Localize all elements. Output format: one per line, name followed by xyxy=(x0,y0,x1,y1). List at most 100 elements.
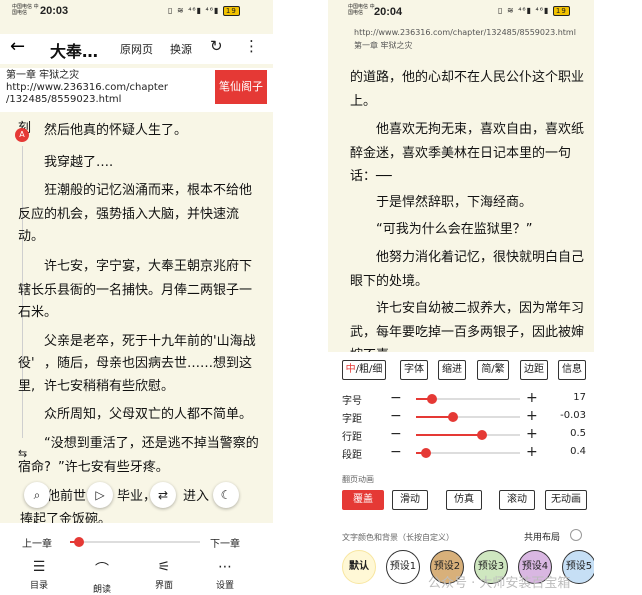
night-mode-icon[interactable]: ☾ xyxy=(213,482,239,508)
slider-row: 字距 − + -0.03 xyxy=(328,408,594,426)
watermark: 公众号 · 大师安装百宝箱 xyxy=(428,576,571,591)
slider-row: 段距 − +0.4 xyxy=(328,444,594,462)
anim-cover-button[interactable]: 覆盖 xyxy=(342,490,384,510)
search-icon[interactable]: ⌕ xyxy=(24,482,50,508)
slider-value: 17 xyxy=(573,392,586,403)
minus-icon[interactable]: − xyxy=(390,444,402,460)
next-chapter-button[interactable]: 下一章 xyxy=(210,535,240,550)
chapter-url: http://www.236316.com/chapter/132485/855… xyxy=(354,28,576,37)
text-line: 他努力消化着记忆，很快就明白自己 xyxy=(376,250,585,265)
minus-icon[interactable]: − xyxy=(390,408,402,424)
chapter-progress-knob[interactable] xyxy=(74,537,85,547)
text-line: 父亲是老卒，死于十九年前的'山海战 xyxy=(44,334,256,349)
reader-toolbar: ← 大奉… 原网页 换源 ↻ ⋮ xyxy=(0,34,273,64)
nav-settings[interactable]: ⋯ 设置 xyxy=(205,559,245,591)
chapter-name: 第一章 牢狱之灾 xyxy=(354,41,413,50)
tab-simp-trad[interactable]: 简/繁 xyxy=(477,360,509,380)
auto-page-icon[interactable]: ▷ xyxy=(87,482,113,508)
text-line: 进入 xyxy=(183,489,210,504)
status-time: 20:03 xyxy=(40,5,69,17)
tab-margin[interactable]: 边距 xyxy=(520,360,548,380)
text-line: ，随后，母亲也因病去世……想到这 xyxy=(44,356,253,371)
slider-knob[interactable] xyxy=(421,448,432,458)
side-text: 石米。 xyxy=(18,305,58,320)
replace-icon[interactable]: ⇄ xyxy=(150,482,176,508)
nav-toc[interactable]: ☰ 目录 xyxy=(19,559,59,591)
battery-icon: 19 xyxy=(222,6,240,16)
tab-font-weight[interactable]: 中/粗/细 xyxy=(342,360,386,380)
color-preset-1[interactable]: 预设1 xyxy=(386,550,420,584)
weight-rest: /粗/细 xyxy=(355,364,383,375)
shared-layout-label: 共用布局 xyxy=(524,533,561,543)
side-text: 宿命? xyxy=(18,460,51,475)
left-phone-screen: 中国电信 中国电信 20:03 ▯ ≋ ⁴⁶▮ ⁴⁶▮ 19 ← 大奉… 原网页… xyxy=(0,0,273,595)
side-text: 里, xyxy=(18,379,36,394)
bottom-control-bar: 上一章 下一章 ☰ 目录 ⌒ 朗读 ⚟ 界面 ⋯ 设置 xyxy=(0,523,273,595)
slider-label: 字号 xyxy=(342,396,362,407)
slider-knob[interactable] xyxy=(476,430,487,440)
more-menu-icon[interactable]: ⋮ xyxy=(244,37,259,55)
headphones-icon: ⌒ xyxy=(95,562,109,578)
color-preset-0[interactable]: 默认 xyxy=(342,550,376,584)
text-line: 乐县衙的一名捕快。月俸二两银子一 xyxy=(44,283,253,298)
status-time: 20:04 xyxy=(374,6,403,18)
chapter-progress-track[interactable] xyxy=(70,541,200,543)
text-line: 的机会，强势插入大脑，并快速流 xyxy=(44,207,240,222)
text-line: 他喜欢无拘无束，喜欢自由，喜欢纸 xyxy=(376,122,585,137)
weight-active-char: 中 xyxy=(345,364,356,375)
side-text: 反应 xyxy=(18,207,45,222)
change-source-button[interactable]: 换源 xyxy=(170,41,192,57)
text-line: 许七安自幼被二叔养大，因为常年习 xyxy=(376,301,585,316)
slider-value: 0.4 xyxy=(570,446,586,457)
anim-simulate-button[interactable]: 仿真 xyxy=(446,490,482,510)
slider-knob[interactable] xyxy=(448,412,459,422)
nav-interface[interactable]: ⚟ 界面 xyxy=(144,559,184,591)
dots-icon: ⋯ xyxy=(218,559,232,575)
text-line: 上。 xyxy=(350,94,377,109)
back-arrow-icon[interactable]: ← xyxy=(10,36,25,57)
tab-indent[interactable]: 缩进 xyxy=(438,360,466,380)
side-text: 役' xyxy=(18,356,35,371)
text-line: 我穿越了…. xyxy=(44,155,114,170)
anim-slide-button[interactable]: 滑动 xyxy=(392,490,428,510)
slider-track[interactable] xyxy=(416,452,520,454)
slider-fill xyxy=(416,434,482,436)
slider-row: 行距 − +0.5 xyxy=(328,426,594,444)
text-line: 醉金迷，喜欢季美林在日记本里的一句 xyxy=(350,146,572,161)
slider-label: 行距 xyxy=(342,432,362,443)
tab-font[interactable]: 字体 xyxy=(400,360,428,380)
text-line: 武，每年要吃掉一百多两银子，因此被婶 xyxy=(350,325,585,340)
plus-icon[interactable]: + xyxy=(526,390,538,406)
status-icons: ▯ ≋ ⁴⁶▮ ⁴⁶▮ 19 xyxy=(498,6,570,16)
plus-icon[interactable]: + xyxy=(526,444,538,460)
side-text: 辖长 xyxy=(18,283,45,298)
prev-chapter-button[interactable]: 上一章 xyxy=(22,535,52,550)
slider-label: 字距 xyxy=(342,414,362,425)
slider-value: 0.5 xyxy=(570,428,586,439)
text-line: 话：── xyxy=(350,169,392,184)
anim-scroll-button[interactable]: 滚动 xyxy=(499,490,535,510)
anim-none-button[interactable]: 无动画 xyxy=(545,490,587,510)
plus-icon[interactable]: + xyxy=(526,426,538,442)
web-page-button[interactable]: 原网页 xyxy=(120,41,153,57)
text-line: 眼下的处境。 xyxy=(350,274,429,289)
shared-layout-toggle[interactable] xyxy=(570,529,582,541)
translate-badge-icon[interactable]: A xyxy=(15,128,29,142)
page-animation-title: 翻页动画 xyxy=(342,475,374,484)
minus-icon[interactable]: − xyxy=(390,390,402,406)
refresh-icon[interactable]: ↻ xyxy=(210,37,223,55)
battery-icon: 19 xyxy=(552,6,570,16)
text-line: 许七安，字宁宴，大奉王朝京兆府下 xyxy=(44,259,253,274)
plus-icon[interactable]: + xyxy=(526,408,538,424)
tab-info[interactable]: 信息 xyxy=(558,360,586,380)
minus-icon[interactable]: − xyxy=(390,426,402,442)
slider-knob[interactable] xyxy=(426,394,437,404)
text-line: 许七安稍稍有些欣慰。 xyxy=(44,379,175,394)
nav-read-aloud[interactable]: ⌒ 朗读 xyxy=(82,559,122,595)
text-line: “没想到重活了，还是逃不掉当警察的 xyxy=(44,436,259,451)
text-line: 于是悍然辞职，下海经商。 xyxy=(376,195,533,210)
status-bar: 中国电信 中国电信 20:03 ▯ ≋ ⁴⁶▮ ⁴⁶▮ 19 xyxy=(0,0,273,24)
color-bg-title: 文字颜色和背景（长按自定义） xyxy=(342,533,454,542)
slider-value: -0.03 xyxy=(560,410,586,421)
source-name-button[interactable]: 笔仙阁子 xyxy=(215,70,267,104)
